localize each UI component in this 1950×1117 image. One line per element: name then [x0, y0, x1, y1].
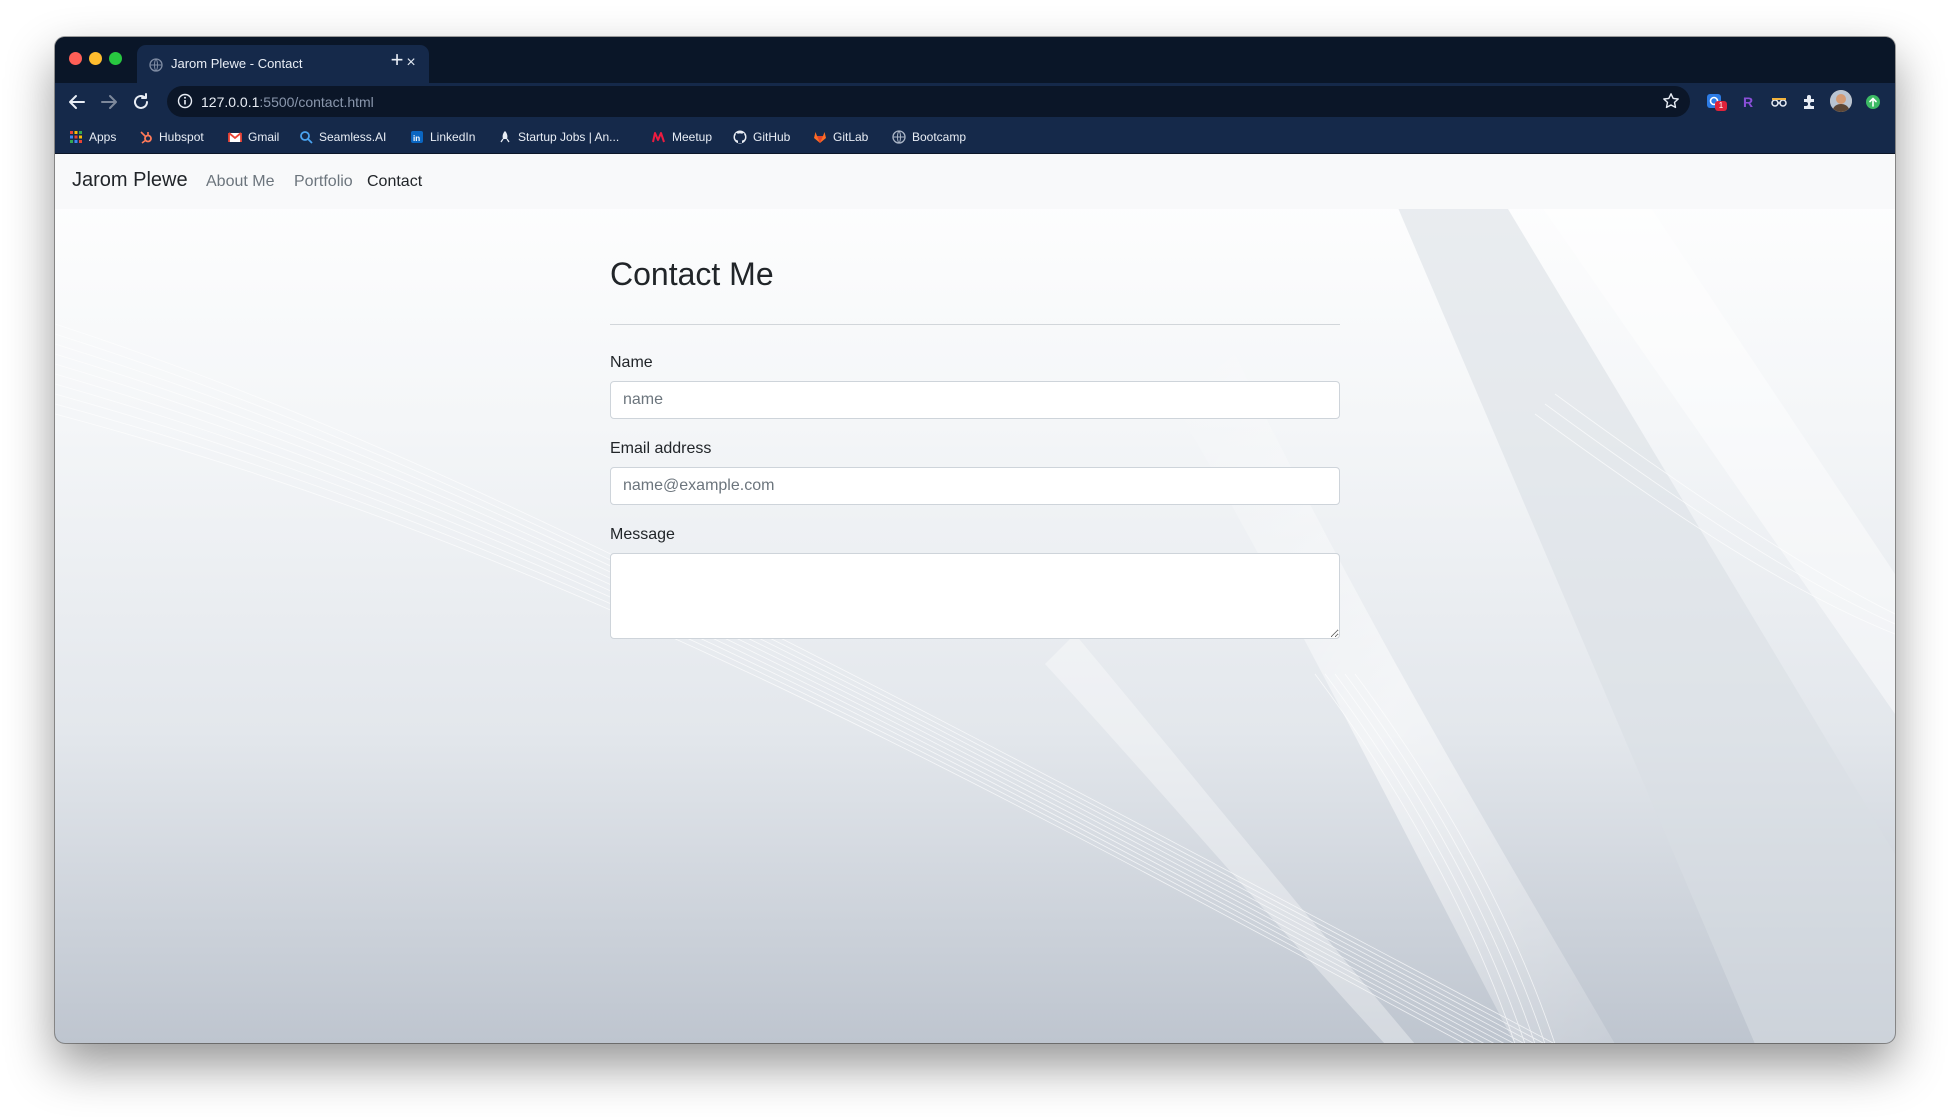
- bookmark-seamless[interactable]: Seamless.AI: [299, 127, 386, 147]
- forward-arrow-icon[interactable]: [97, 90, 121, 114]
- new-tab-button[interactable]: +: [385, 49, 409, 73]
- url-path: :5500/contact.html: [259, 94, 374, 110]
- bookmark-gitlab[interactable]: GitLab: [813, 127, 868, 147]
- incognito-extension-icon[interactable]: [1769, 92, 1789, 112]
- hubspot-icon: [139, 130, 153, 144]
- bookmark-bootcamp[interactable]: Bootcamp: [892, 127, 966, 147]
- bookmark-label: Hubspot: [159, 130, 204, 144]
- minimize-window-button[interactable]: [89, 52, 102, 65]
- bookmark-startup-jobs[interactable]: Startup Jobs | An...: [498, 127, 619, 147]
- name-label: Name: [610, 354, 653, 371]
- bookmark-apps[interactable]: Apps: [69, 127, 116, 147]
- seamless-icon: [299, 130, 313, 144]
- startup-jobs-icon: [498, 130, 512, 144]
- svg-text:in: in: [413, 134, 420, 143]
- linkedin-icon: in: [410, 130, 424, 144]
- url-text: 127.0.0.1:5500/contact.html: [201, 94, 374, 110]
- extension-badge: 1: [1715, 101, 1727, 111]
- browser-window: Jarom Plewe - Contact × + 127.0.0.1:5500…: [55, 37, 1895, 1043]
- bookmark-label: Meetup: [672, 130, 713, 144]
- email-input[interactable]: [610, 467, 1340, 505]
- svg-text:R: R: [1743, 94, 1753, 110]
- page-title: Contact Me: [610, 256, 774, 292]
- meetup-icon: [652, 130, 666, 144]
- profile-avatar[interactable]: [1830, 90, 1852, 112]
- email-label: Email address: [610, 440, 712, 457]
- update-indicator-icon[interactable]: [1863, 92, 1883, 112]
- password-manager-extension-icon[interactable]: 1: [1705, 92, 1727, 112]
- gmail-icon: [228, 130, 242, 144]
- nav-link-contact[interactable]: Contact: [367, 173, 422, 191]
- nav-link-about-me[interactable]: About Me: [206, 173, 274, 191]
- apps-grid-icon: [69, 130, 83, 144]
- bookmark-linkedin[interactable]: in LinkedIn: [410, 127, 475, 147]
- reload-icon[interactable]: [129, 90, 153, 114]
- bookmark-label: Bootcamp: [912, 130, 967, 144]
- bookmark-label: Seamless.AI: [319, 130, 387, 144]
- bookmark-github[interactable]: GitHub: [733, 127, 790, 147]
- gitlab-icon: [813, 130, 827, 144]
- bookmarks-bar: Apps Hubspot Gmail Seamless.AI in Linked…: [55, 121, 1895, 154]
- bookmark-label: Gmail: [248, 130, 280, 144]
- brand-link[interactable]: Jarom Plewe: [72, 169, 188, 192]
- bookmark-hubspot[interactable]: Hubspot: [139, 127, 204, 147]
- bookmark-gmail[interactable]: Gmail: [228, 127, 279, 147]
- puzzle-extensions-icon[interactable]: [1800, 92, 1820, 112]
- bookmark-meetup[interactable]: Meetup: [652, 127, 712, 147]
- nav-link-portfolio[interactable]: Portfolio: [294, 173, 353, 191]
- message-textarea[interactable]: [610, 553, 1340, 639]
- r-extension-icon[interactable]: R: [1738, 92, 1758, 112]
- tab-title: Jarom Plewe - Contact: [171, 56, 303, 71]
- info-icon[interactable]: [177, 93, 193, 109]
- maximize-window-button[interactable]: [109, 52, 122, 65]
- bookmark-label: LinkedIn: [430, 130, 476, 144]
- divider: [610, 324, 1340, 325]
- site-navbar: Jarom Plewe About Me Portfolio Contact: [55, 154, 1895, 209]
- url-host: 127.0.0.1: [201, 94, 260, 110]
- tab-strip: Jarom Plewe - Contact × +: [55, 37, 1895, 83]
- bookmark-label: Apps: [89, 130, 117, 144]
- name-input[interactable]: [610, 381, 1340, 419]
- bookmark-star-icon[interactable]: [1662, 92, 1680, 110]
- page-viewport: Jarom Plewe About Me Portfolio Contact C…: [55, 154, 1895, 1043]
- bookmark-label: GitLab: [833, 130, 869, 144]
- back-arrow-icon[interactable]: [65, 90, 89, 114]
- globe-icon: [149, 58, 163, 72]
- browser-toolbar: 127.0.0.1:5500/contact.html 1 R: [55, 83, 1895, 121]
- bookmark-label: Startup Jobs | An...: [518, 130, 620, 144]
- close-window-button[interactable]: [69, 52, 82, 65]
- address-bar[interactable]: 127.0.0.1:5500/contact.html: [167, 86, 1690, 117]
- message-label: Message: [610, 526, 675, 543]
- bookmark-label: GitHub: [753, 130, 791, 144]
- github-icon: [733, 130, 747, 144]
- globe-icon: [892, 130, 906, 144]
